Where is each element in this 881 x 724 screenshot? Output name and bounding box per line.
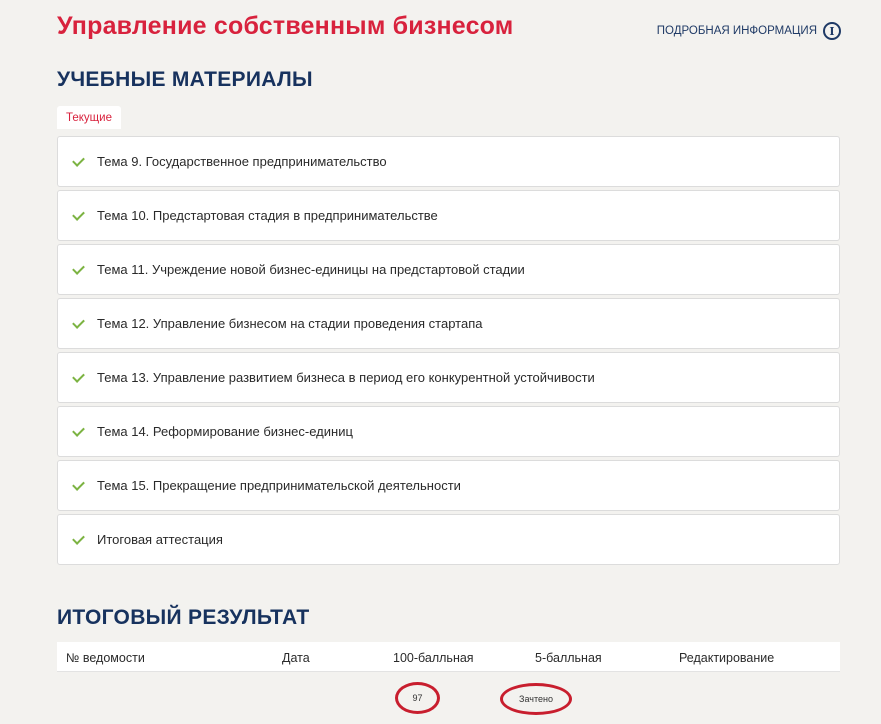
course-info-link[interactable]: ПОДРОБНАЯ ИНФОРМАЦИЯ i: [657, 22, 841, 40]
check-icon: [72, 531, 85, 545]
topic-label: Тема 15. Прекращение предпринимательской…: [97, 478, 461, 493]
column-header-edit: Редактирование: [679, 651, 775, 665]
topic-item[interactable]: Тема 14. Реформирование бизнес-единиц: [57, 406, 840, 457]
tab-current[interactable]: Текущие: [57, 106, 121, 129]
column-header-date: Дата: [282, 651, 310, 665]
results-table: № ведомости Дата 100-балльная 5-балльная…: [57, 642, 840, 722]
score-100-value: 97: [395, 682, 440, 714]
topic-item[interactable]: Тема 11. Учреждение новой бизнес-единицы…: [57, 244, 840, 295]
topic-list: Тема 9. Государственное предпринимательс…: [57, 136, 840, 568]
result-section-title: ИТОГОВЫЙ РЕЗУЛЬТАТ: [57, 606, 310, 629]
check-icon: [72, 315, 85, 329]
topic-label: Итоговая аттестация: [97, 532, 223, 547]
topic-label: Тема 14. Реформирование бизнес-единиц: [97, 424, 353, 439]
materials-section-title: УЧЕБНЫЕ МАТЕРИАЛЫ: [57, 68, 313, 91]
topic-item[interactable]: Тема 9. Государственное предпринимательс…: [57, 136, 840, 187]
topic-label: Тема 13. Управление развитием бизнеса в …: [97, 370, 595, 385]
topic-item[interactable]: Тема 15. Прекращение предпринимательской…: [57, 460, 840, 511]
course-title: Управление собственным бизнесом: [57, 12, 514, 40]
score-5-value: Зачтено: [500, 683, 572, 715]
check-icon: [72, 261, 85, 275]
check-icon: [72, 369, 85, 383]
topic-item[interactable]: Тема 10. Предстартовая стадия в предприн…: [57, 190, 840, 241]
topic-item[interactable]: Тема 12. Управление бизнесом на стадии п…: [57, 298, 840, 349]
info-circle-icon[interactable]: i: [823, 22, 841, 40]
course-info-label: ПОДРОБНАЯ ИНФОРМАЦИЯ: [656, 25, 817, 37]
check-icon: [72, 153, 85, 167]
topic-label: Тема 9. Государственное предпринимательс…: [97, 154, 387, 169]
check-icon: [72, 477, 85, 491]
column-header-score-5: 5-балльная: [535, 651, 602, 665]
topic-label: Тема 10. Предстартовая стадия в предприн…: [97, 208, 438, 223]
check-icon: [72, 207, 85, 221]
topic-label: Тема 12. Управление бизнесом на стадии п…: [97, 316, 483, 331]
results-table-header: № ведомости Дата 100-балльная 5-балльная…: [57, 642, 840, 672]
topic-item[interactable]: Итоговая аттестация: [57, 514, 840, 565]
column-header-score-100: 100-балльная: [393, 651, 474, 665]
check-icon: [72, 423, 85, 437]
topic-item[interactable]: Тема 13. Управление развитием бизнеса в …: [57, 352, 840, 403]
topic-label: Тема 11. Учреждение новой бизнес-единицы…: [97, 262, 525, 277]
column-header-statement-no: № ведомости: [66, 651, 145, 665]
table-row: 97 Зачтено: [57, 672, 840, 722]
